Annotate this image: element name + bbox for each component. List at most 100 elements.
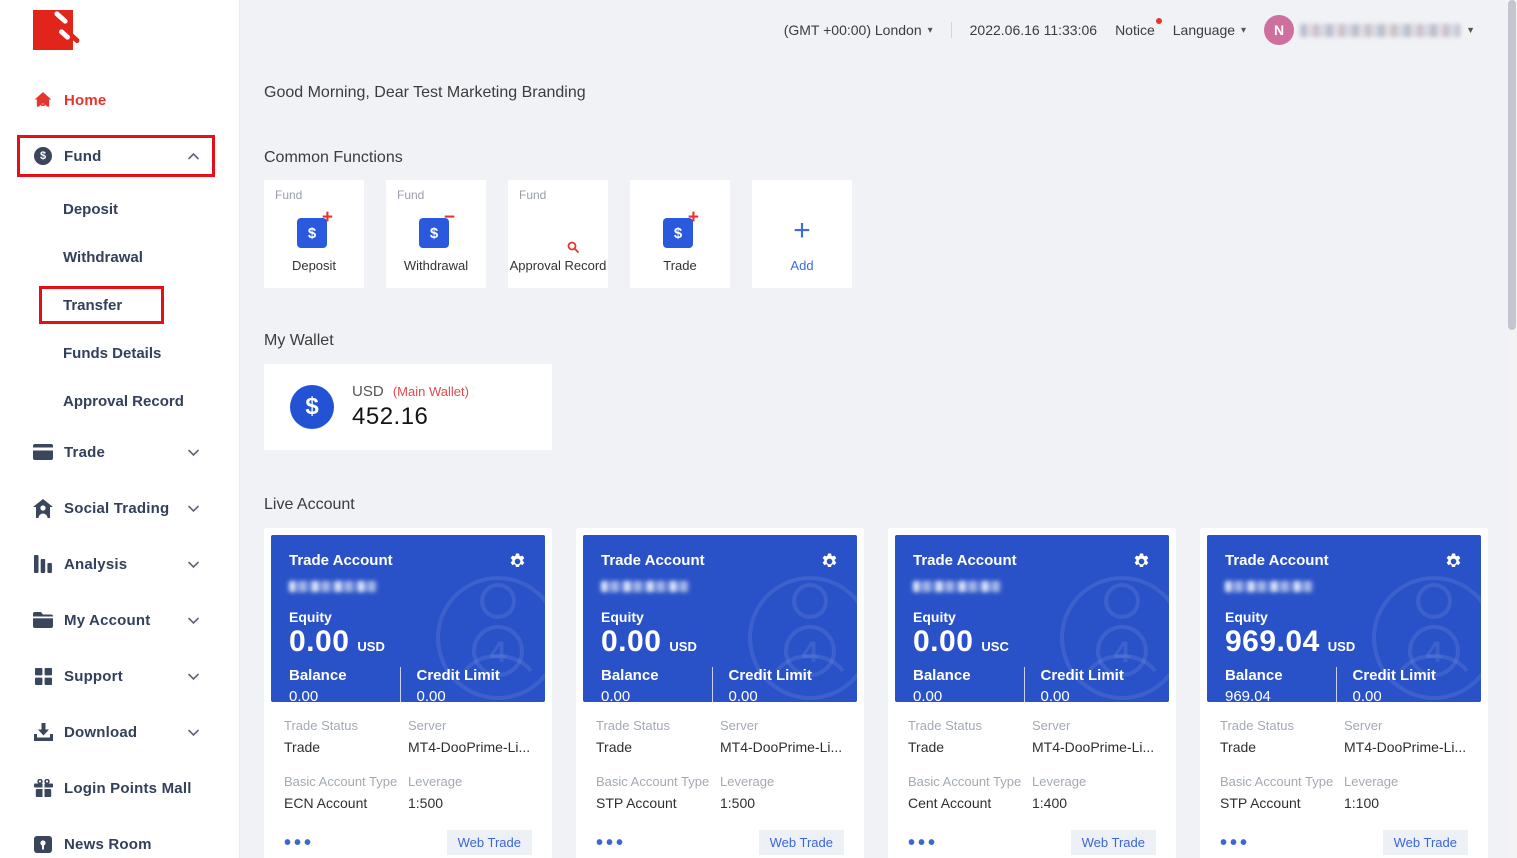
server-value: MT4-DooPrime-Li... xyxy=(720,739,844,755)
approval-record-icon xyxy=(541,214,575,248)
gear-icon[interactable] xyxy=(820,552,839,576)
caret-down-icon: ▾ xyxy=(928,25,933,36)
user-menu[interactable]: N ▼ xyxy=(1264,15,1475,45)
account-type-value: STP Account xyxy=(1220,795,1344,811)
language-selector[interactable]: Language ▾ xyxy=(1173,22,1246,38)
credit-limit-label: Credit Limit xyxy=(1041,667,1152,684)
balance-block: Balance 0.00 xyxy=(601,667,712,702)
news-room-icon xyxy=(33,834,53,854)
account-summary-panel: 4 Trade Account Equity 0.00 USC Balance xyxy=(895,535,1169,702)
sidebar-item-label: Social Trading xyxy=(64,500,169,517)
wallet-card[interactable]: $ USD (Main Wallet) 452.16 xyxy=(264,364,552,450)
sidebar-item-login-points-mall[interactable]: Login Points Mall xyxy=(0,770,239,806)
shortcut-label: Trade xyxy=(663,258,696,273)
greeting-text: Good Morning, Dear Test Marketing Brandi… xyxy=(264,84,1507,102)
account-number-redacted xyxy=(913,581,1001,592)
user-name-redacted xyxy=(1300,24,1460,37)
more-options-button[interactable]: ••• xyxy=(284,838,314,848)
gear-icon[interactable] xyxy=(1444,552,1463,576)
timezone-selector[interactable]: (GMT +00:00) London ▾ xyxy=(784,22,933,38)
gear-icon[interactable] xyxy=(1132,552,1151,576)
sidebar-subitem-withdrawal[interactable]: Withdrawal xyxy=(0,242,239,272)
sidebar-item-home[interactable]: Home xyxy=(0,82,239,118)
sidebar-item-news-room[interactable]: News Room xyxy=(0,826,239,858)
trade-status-value: Trade xyxy=(1220,739,1344,755)
download-icon xyxy=(33,722,53,742)
caret-down-icon: ▾ xyxy=(1241,25,1246,36)
balance-block: Balance 0.00 xyxy=(913,667,1024,702)
timezone-label: (GMT +00:00) London xyxy=(784,22,922,38)
server-label: Server xyxy=(1344,718,1468,733)
credit-limit-value: 0.00 xyxy=(417,688,528,702)
equity-currency: USD xyxy=(1328,639,1355,654)
more-options-button[interactable]: ••• xyxy=(908,838,938,848)
trade-status-value: Trade xyxy=(596,739,720,755)
trade-icon: $+ xyxy=(663,214,697,248)
equity-value: 0.00 xyxy=(913,625,973,659)
shortcut-card-add[interactable]: + Add xyxy=(752,180,852,288)
chevron-up-icon xyxy=(188,147,199,165)
deposit-icon: $+ xyxy=(297,214,331,248)
equity-label: Equity xyxy=(601,609,839,625)
shortcut-card-withdrawal[interactable]: Fund $− Withdrawal xyxy=(386,180,486,288)
web-trade-button[interactable]: Web Trade xyxy=(1383,830,1468,855)
current-datetime: 2022.06.16 11:33:06 xyxy=(970,22,1097,38)
wallet-main-tag: (Main Wallet) xyxy=(393,384,469,399)
web-trade-button[interactable]: Web Trade xyxy=(1071,830,1156,855)
live-account-card: 4 Trade Account Equity 0.00 USD Balance xyxy=(264,528,552,858)
more-options-button[interactable]: ••• xyxy=(596,838,626,848)
account-type-label: Basic Account Type xyxy=(1220,774,1344,789)
chevron-down-icon xyxy=(188,443,199,461)
brand-logo-icon[interactable] xyxy=(33,10,73,50)
equity-currency: USD xyxy=(669,639,696,654)
sidebar: Home $ Fund Deposit Withdrawal Transfer xyxy=(0,0,240,858)
avatar[interactable]: N xyxy=(1264,15,1294,45)
more-options-button[interactable]: ••• xyxy=(1220,838,1250,848)
sidebar-subitem-approval-record[interactable]: Approval Record xyxy=(0,386,239,416)
server-label: Server xyxy=(1032,718,1156,733)
shortcut-card-approval-record[interactable]: Fund Approval Record xyxy=(508,180,608,288)
sidebar-item-download[interactable]: Download xyxy=(0,714,239,750)
sidebar-subitem-deposit[interactable]: Deposit xyxy=(0,194,239,224)
sidebar-subitem-funds-details[interactable]: Funds Details xyxy=(0,338,239,368)
account-summary-panel: 4 Trade Account Equity 0.00 USD Balance xyxy=(271,535,545,702)
shortcut-label: Deposit xyxy=(292,258,336,273)
language-label: Language xyxy=(1173,22,1235,38)
live-account-card: 4 Trade Account Equity 0.00 USD Balance xyxy=(576,528,864,858)
balance-block: Balance 0.00 xyxy=(289,667,400,702)
credit-limit-block: Credit Limit 0.00 xyxy=(1336,667,1464,702)
gear-icon[interactable] xyxy=(508,552,527,576)
sidebar-item-social-trading[interactable]: Social Trading xyxy=(0,490,239,526)
credit-limit-value: 0.00 xyxy=(1041,688,1152,702)
leverage-label: Leverage xyxy=(1344,774,1468,789)
sidebar-item-support[interactable]: Support xyxy=(0,658,239,694)
chevron-down-icon xyxy=(188,499,199,517)
leverage-value: 1:500 xyxy=(720,795,844,811)
equity-label: Equity xyxy=(913,609,1151,625)
balance-label: Balance xyxy=(601,667,712,684)
sidebar-subitem-transfer[interactable]: Transfer xyxy=(0,290,239,320)
logo-slash-icon xyxy=(53,10,68,24)
section-title-live-account: Live Account xyxy=(264,496,1507,514)
sidebar-item-label: Support xyxy=(64,668,123,685)
sidebar-item-my-account[interactable]: My Account xyxy=(0,602,239,638)
wallet-card-icon xyxy=(33,442,53,462)
web-trade-button[interactable]: Web Trade xyxy=(447,830,532,855)
wallet-info: USD (Main Wallet) 452.16 xyxy=(352,383,469,431)
shortcut-card-trade[interactable]: $+ Trade xyxy=(630,180,730,288)
scrollbar-thumb[interactable] xyxy=(1508,0,1516,330)
web-trade-button[interactable]: Web Trade xyxy=(759,830,844,855)
notice-button[interactable]: Notice xyxy=(1115,22,1155,38)
shortcut-category: Fund xyxy=(275,188,302,202)
shortcut-label: Withdrawal xyxy=(404,258,468,273)
sidebar-item-analysis[interactable]: Analysis xyxy=(0,546,239,582)
wallet-amount: 452.16 xyxy=(352,403,469,431)
sidebar-item-trade[interactable]: Trade xyxy=(0,434,239,470)
grid-icon xyxy=(33,666,53,686)
account-type-label: Basic Account Type xyxy=(908,774,1032,789)
shortcut-card-deposit[interactable]: Fund $+ Deposit xyxy=(264,180,364,288)
vertical-scrollbar[interactable] xyxy=(1507,0,1517,858)
wallet-dollar-icon: $ xyxy=(290,385,334,429)
sidebar-item-fund[interactable]: $ Fund xyxy=(0,138,239,174)
credit-limit-block: Credit Limit 0.00 xyxy=(712,667,840,702)
